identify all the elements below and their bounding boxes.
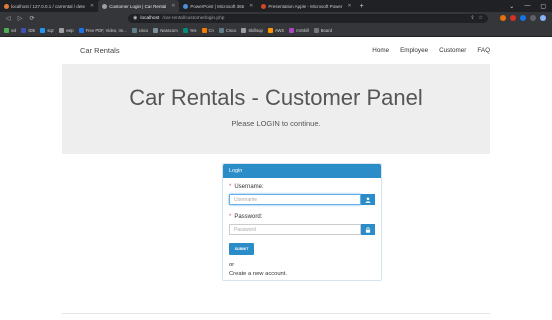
- bookmark-icon: [4, 27, 9, 33]
- bookmark-icon: [131, 27, 137, 33]
- site-info-icon[interactable]: ◉: [133, 15, 137, 21]
- url-input[interactable]: ◉ localhost /car-rental/customerlogin.ph…: [128, 13, 488, 23]
- site-navbar: Car Rentals Home Employee Customer FAQ: [80, 44, 490, 56]
- bookmark-item[interactable]: Yes: [182, 27, 197, 33]
- bookmark-item[interactable]: sol: [4, 27, 16, 33]
- nav-link-employee[interactable]: Employee: [400, 47, 428, 54]
- username-input[interactable]: [229, 194, 362, 205]
- site-brand[interactable]: Car Rentals: [80, 46, 120, 55]
- lock-icon: [361, 224, 375, 235]
- username-label: * Username:: [229, 184, 264, 190]
- bookmark-item[interactable]: mrSkill: [289, 27, 309, 33]
- bookmark-icon: [289, 27, 295, 33]
- bookmark-icon: [78, 27, 84, 33]
- nav-link-home[interactable]: Home: [372, 47, 389, 54]
- bookmark-icon: [201, 27, 207, 33]
- minimize-icon[interactable]: —: [524, 3, 530, 10]
- extension-icon[interactable]: [500, 15, 506, 21]
- bookmark-icon: [267, 27, 273, 33]
- reload-icon[interactable]: ⟳: [28, 15, 36, 22]
- window-controls: ⌄ — ▢: [509, 3, 552, 10]
- browser-tab-presentation[interactable]: Presentation Apple - Microsoft Power ✕: [257, 0, 355, 12]
- url-host: localhost: [140, 15, 160, 21]
- close-tab-icon[interactable]: ✕: [249, 3, 253, 9]
- required-mark: *: [229, 214, 232, 220]
- bookmark-icon: [182, 27, 188, 33]
- login-panel-heading: Login: [223, 164, 381, 178]
- close-tab-icon[interactable]: ✕: [90, 3, 94, 9]
- close-tab-icon[interactable]: ✕: [347, 3, 351, 9]
- bookmark-icon: [153, 27, 159, 33]
- bookmark-item[interactable]: cisco: [131, 27, 148, 33]
- login-form: * Username: * Password: SUBMIT o: [223, 178, 381, 283]
- bookmark-item[interactable]: Board: [313, 27, 332, 33]
- new-tab-button[interactable]: +: [356, 3, 368, 10]
- nav-link-faq[interactable]: FAQ: [477, 47, 490, 54]
- page-content: Car Rentals Home Employee Customer FAQ C…: [0, 37, 552, 320]
- bookmark-icon: [58, 27, 64, 33]
- browser-tab-phpmyadmin[interactable]: localhost / 127.0.0.1 / carrental / dete…: [0, 0, 98, 12]
- extension-icon[interactable]: [530, 15, 536, 21]
- bookmark-icon: [313, 27, 319, 33]
- login-panel: Login * Username: * Password:: [222, 163, 382, 281]
- user-icon: [361, 194, 375, 205]
- extensions: [500, 15, 546, 21]
- bookmark-item[interactable]: AWS: [267, 27, 284, 33]
- nav-link-customer[interactable]: Customer: [439, 47, 466, 54]
- page-subtitle: Please LOGIN to continue.: [231, 119, 321, 128]
- page-favicon-icon: [102, 3, 108, 9]
- bookmark-icon: [241, 27, 247, 33]
- phpmyadmin-favicon-icon: [4, 3, 9, 9]
- share-icon[interactable]: ⇪: [470, 15, 474, 21]
- jumbotron: Car Rentals - Customer Panel Please LOGI…: [62, 64, 490, 154]
- url-path: /car-rental/customerlogin.php: [162, 15, 225, 21]
- maximize-icon[interactable]: ▢: [540, 3, 546, 10]
- profile-avatar-icon[interactable]: [540, 15, 546, 21]
- bookmarks-bar: sol IDE sqz vstp Free PDF, Video, Im... …: [0, 24, 552, 37]
- bookmark-item[interactable]: Free PDF, Video, Im...: [78, 27, 127, 33]
- forward-arrow-icon[interactable]: ▷: [16, 15, 24, 22]
- required-mark: *: [229, 184, 232, 190]
- office-favicon-icon: [261, 3, 267, 9]
- submit-button[interactable]: SUBMIT: [229, 243, 254, 255]
- close-tab-icon[interactable]: ✕: [171, 3, 175, 9]
- bookmark-item[interactable]: IDE: [21, 27, 35, 33]
- create-account-link[interactable]: Create a new account.: [229, 271, 375, 277]
- username-field-group: [229, 194, 375, 205]
- star-icon[interactable]: ☆: [479, 15, 483, 21]
- page-title: Car Rentals - Customer Panel: [129, 85, 423, 110]
- browser-tab-bar: localhost / 127.0.0.1 / carrental / dete…: [0, 0, 552, 12]
- powerpoint-favicon-icon: [183, 3, 189, 9]
- bookmark-item[interactable]: Cn: [201, 27, 214, 33]
- extension-icon[interactable]: [510, 15, 516, 21]
- back-arrow-icon[interactable]: ◁: [4, 15, 12, 22]
- bookmark-icon: [218, 27, 224, 33]
- password-field-group: [229, 224, 375, 235]
- browser-tab-powerpoint[interactable]: PowerPoint | Microsoft 365 ✕: [179, 0, 257, 12]
- password-input[interactable]: [229, 224, 362, 235]
- footer-divider: [62, 313, 490, 314]
- extension-icon[interactable]: [520, 15, 526, 21]
- bookmark-item[interactable]: vstp: [58, 27, 74, 33]
- bookmark-icon: [21, 27, 27, 33]
- bookmark-item[interactable]: Cisco: [218, 27, 236, 33]
- bookmark-item[interactable]: sqz: [40, 27, 54, 33]
- bookmark-icon: [40, 27, 46, 33]
- nav-links: Home Employee Customer FAQ: [372, 47, 490, 54]
- or-text: or: [229, 262, 235, 268]
- password-label: * Password:: [229, 214, 263, 220]
- chevron-down-icon[interactable]: ⌄: [509, 3, 514, 10]
- browser-address-bar: ◁ ▷ ⟳ ◉ localhost /car-rental/customerlo…: [0, 12, 552, 24]
- bookmark-item[interactable]: Skillsup: [241, 27, 263, 33]
- bookmark-item[interactable]: Nasscom: [153, 27, 178, 33]
- browser-tab-customer-login[interactable]: Customer Login | Car Rental ✕: [98, 0, 180, 12]
